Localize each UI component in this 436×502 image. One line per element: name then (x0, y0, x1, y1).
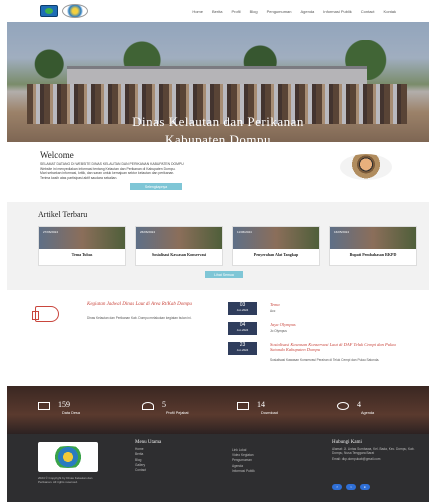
event-item[interactable]: 03 Jun 2024 Tema Acc (228, 302, 408, 318)
calendar-icon (337, 402, 349, 410)
agency-logo[interactable] (62, 4, 88, 18)
nav-agenda[interactable]: Agenda (300, 9, 314, 14)
event-date-badge: 04 Jun 2024 (228, 322, 257, 335)
event-date-badge: 03 Jun 2024 (228, 302, 257, 315)
article-card[interactable]: 16/05/2024 Bupati Pembahasan RKPD (329, 226, 417, 266)
hero-banner: Dinas Kelautan dan Perikanan Kabupaten D… (7, 22, 429, 142)
hero-subtitle: Kabupaten Dompu (164, 132, 272, 142)
footer-link[interactable]: Pengumuman (232, 458, 255, 463)
nav-profil[interactable]: Profil (231, 9, 240, 14)
article-card[interactable]: 27/06/2024 Tema Tubas (38, 226, 126, 266)
welcome-more-button[interactable]: Selengkapnya (130, 183, 182, 190)
nav-blog[interactable]: Blog (250, 9, 258, 14)
site-header: Home Berita Profil Blog Pengumuman Agend… (0, 0, 436, 22)
official-avatar (340, 154, 392, 180)
linkedin-icon[interactable]: in (360, 484, 370, 490)
event-item[interactable]: 04 Jun 2024 Jaya Olympus Jo Olympus (228, 322, 408, 338)
article-card[interactable]: 26/06/2024 Sosialisasi Kawasan Konservas… (135, 226, 223, 266)
download-icon (237, 402, 249, 410)
articles-heading: Artikel Terbaru (38, 210, 88, 219)
twitter-icon[interactable]: t (346, 484, 356, 490)
nav-informasi[interactable]: Informasi Publik (323, 9, 351, 14)
agenda-intro: Kegiatan Jadwal Dinas Laut di Area Rt/Ka… (32, 302, 225, 342)
articles-view-all-button[interactable]: Lihat Semua (205, 271, 243, 278)
footer-logo (38, 442, 98, 472)
footer-address: Alamat: Jl. Lintas Sumbawa, Kel. Bada, K… (332, 447, 415, 456)
footer-link[interactable]: Contact (135, 468, 161, 473)
footer-menu: Menu Utama Home Berita Blog Gallery Cont… (135, 440, 162, 473)
nav-berita[interactable]: Berita (212, 9, 222, 14)
welcome-text: SELAMAT DATANG DI WEBSITE DINAS KELAUTAN… (40, 162, 184, 180)
facebook-icon[interactable]: f (332, 484, 342, 490)
articles-section: Artikel Terbaru 27/06/2024 Tema Tubas 26… (7, 202, 429, 290)
footer-link[interactable]: Informasi Publik (232, 469, 255, 474)
footer-copyright: 2024 © Copyright by Dinas Kelautan dan P… (38, 476, 93, 484)
social-links: f t in (332, 484, 370, 490)
main-nav: Home Berita Profil Blog Pengumuman Agend… (192, 9, 396, 14)
site-footer: 2024 © Copyright by Dinas Kelautan dan P… (7, 434, 429, 502)
nav-pengumuman[interactable]: Pengumuman (267, 9, 292, 14)
agenda-text: Dinas Kelautan dan Perikanan Kab. Dompu … (87, 316, 192, 320)
agenda-title: Kegiatan Jadwal Dinas Laut di Area Rt/Ka… (87, 302, 192, 307)
user-icon (142, 402, 154, 410)
nav-home[interactable]: Home (192, 9, 203, 14)
megaphone-icon (32, 306, 59, 322)
footer-contact: Hubungi Kami Alamat: Jl. Lintas Sumbawa,… (332, 440, 422, 461)
article-card[interactable]: 11/06/2024 Penyerahan Alat Tangkap (232, 226, 320, 266)
event-date-badge: 23 Jun 2024 (228, 342, 257, 355)
hero-title: Dinas Kelautan dan Perikanan (132, 114, 304, 129)
footer-email[interactable]: Email: dkp.dompukab@gmail.com (332, 457, 422, 461)
nav-kontak[interactable]: Kontak (384, 9, 396, 14)
footer-menu-2: Link Lokal Video Kegiatan Pengumuman Age… (232, 448, 255, 474)
site-logo[interactable] (40, 5, 58, 17)
welcome-section: Welcome SELAMAT DATANG DI WEBSITE DINAS … (40, 150, 400, 195)
desa-icon (38, 402, 50, 410)
nav-contact[interactable]: Contact (361, 9, 375, 14)
stats-band: 159 Data Desa 5 Profil Pejabat 14 Downlo… (7, 386, 429, 434)
event-item[interactable]: 23 Jun 2024 Sosialisasi Kawasan Konservas… (228, 342, 408, 368)
